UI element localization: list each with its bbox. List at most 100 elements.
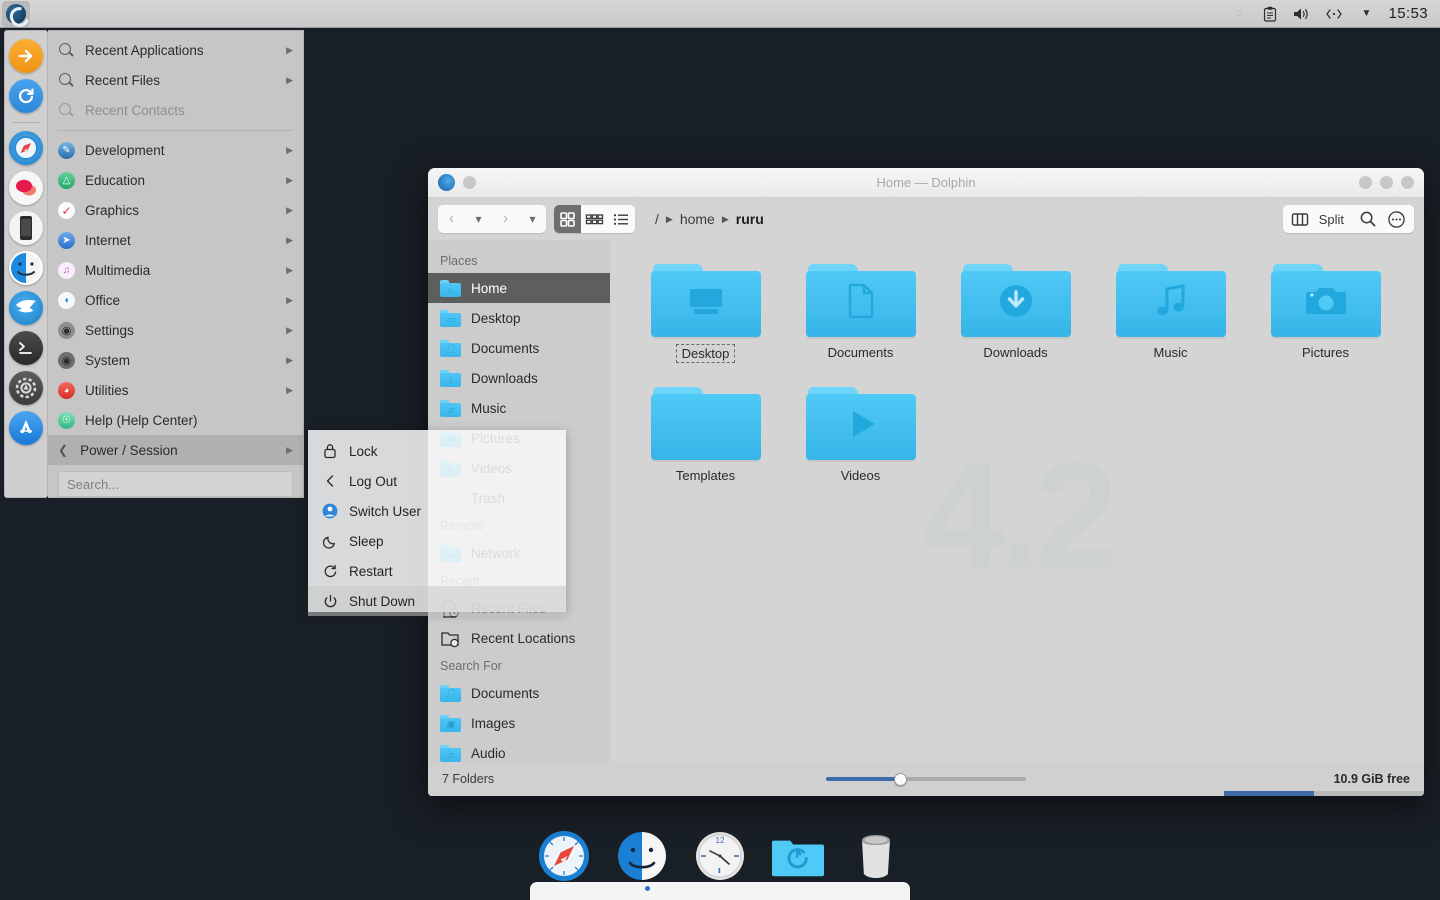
dolphin-titlebar[interactable]: Home — Dolphin <box>428 168 1424 198</box>
app-store-icon[interactable] <box>9 411 43 445</box>
menu-search-input[interactable]: Search... <box>58 471 293 498</box>
file-item-desktop[interactable]: Desktop <box>628 256 783 363</box>
launch-arrow-icon[interactable] <box>9 39 43 73</box>
chevron-left-icon: ❮ <box>58 443 69 458</box>
terminal-icon[interactable] <box>9 331 43 365</box>
breadcrumb-root[interactable]: / <box>655 211 659 227</box>
volume-icon[interactable] <box>1292 4 1312 24</box>
dock-item-backup-folder-icon[interactable] <box>772 830 824 882</box>
file-view[interactable]: 4.2 OPENMANDRIVA Desktop Documents Downl… <box>610 240 1424 762</box>
falkon-bird-glyph <box>16 300 36 313</box>
power-item-lock[interactable]: Lock <box>308 436 566 466</box>
settings-gear-icon[interactable] <box>9 371 43 405</box>
power-item-switch-user[interactable]: Switch User <box>308 496 566 526</box>
folder-home-icon: ⌂ <box>440 279 461 297</box>
power-item-sleep[interactable]: Sleep <box>308 526 566 556</box>
file-item-videos[interactable]: Videos <box>783 379 938 484</box>
phone-icon[interactable] <box>9 211 43 245</box>
view-icons-button[interactable] <box>554 205 581 233</box>
overflow-menu-icon[interactable] <box>1383 205 1410 233</box>
titlebar-extra-button[interactable] <box>463 176 476 189</box>
view-compact-button[interactable] <box>581 205 608 233</box>
folder-music-icon: ♫ <box>440 399 461 417</box>
chevron-right-icon: ▶ <box>286 205 293 216</box>
messages-icon[interactable] <box>9 171 43 205</box>
menu-item-office[interactable]: ◖ Office ▶ <box>48 286 303 316</box>
file-item-templates[interactable]: Templates <box>628 379 783 484</box>
network-icon[interactable] <box>1324 4 1344 24</box>
place-item-search-images[interactable]: ▣ Images <box>428 708 610 738</box>
place-item-search-documents[interactable]: 🗋 Documents <box>428 678 610 708</box>
dock-item-trash-icon[interactable] <box>850 830 902 882</box>
file-item-documents[interactable]: Documents <box>783 256 938 363</box>
place-item-recent-locations[interactable]: Recent Locations <box>428 623 610 653</box>
file-item-pictures[interactable]: Pictures <box>1248 256 1403 363</box>
view-details-button[interactable] <box>608 205 635 233</box>
zoom-slider-handle[interactable] <box>894 772 907 786</box>
place-item-desktop[interactable]: ▭ Desktop <box>428 303 610 333</box>
magnifier-glyph <box>1360 211 1375 227</box>
search-icon[interactable] <box>1354 205 1381 233</box>
safari-browser-icon[interactable] <box>9 131 43 165</box>
menu-item-system[interactable]: ◉ System ▶ <box>48 345 303 375</box>
breadcrumb: / ▶ home ▶ ruru <box>655 211 764 227</box>
place-item-search-audio[interactable]: ♫ Audio <box>428 738 610 762</box>
dock-item-clock-icon[interactable]: 12 <box>694 830 746 882</box>
menu-item-settings[interactable]: ◉ Settings ▶ <box>48 316 303 346</box>
dock-item-safari-browser-icon[interactable] <box>538 830 590 882</box>
back-button[interactable]: ‹ <box>438 205 465 233</box>
file-item-music[interactable]: Music <box>1093 256 1248 363</box>
menu-item-multimedia[interactable]: ♫ Multimedia ▶ <box>48 256 303 286</box>
breadcrumb-item-ruru[interactable]: ruru <box>736 211 764 227</box>
backup-folder-glyph <box>772 840 824 877</box>
menu-item-recent-applications[interactable]: Recent Applications ▶ <box>48 35 303 65</box>
back-history-dropdown[interactable]: ▾ <box>465 205 492 233</box>
folder-pictures-icon <box>1270 264 1381 338</box>
breadcrumb-item-home[interactable]: home <box>680 211 715 227</box>
menu-item-graphics[interactable]: ✓ Graphics ▶ <box>48 196 303 226</box>
power-item-restart[interactable]: Restart <box>308 556 566 586</box>
place-item-documents[interactable]: 🗋 Documents <box>428 333 610 363</box>
zoom-slider[interactable] <box>826 772 1026 786</box>
finder-face-glyph <box>618 832 666 880</box>
menu-item-label: Office <box>85 293 121 309</box>
menu-item-education[interactable]: △ Education ▶ <box>48 166 303 196</box>
compact-grid-icon <box>585 213 604 224</box>
maximize-button[interactable] <box>1380 176 1393 189</box>
zoom-slider-fill <box>826 777 898 781</box>
close-button[interactable] <box>1401 176 1414 189</box>
split-button-label[interactable]: Split <box>1316 212 1352 227</box>
ellipsis-circle-glyph <box>1388 210 1405 228</box>
application-launcher-button[interactable] <box>2 0 30 27</box>
file-grid: Desktop Documents Downloads Music Pictur… <box>610 240 1424 484</box>
forward-history-dropdown[interactable]: ▾ <box>519 205 546 233</box>
file-item-downloads[interactable]: Downloads <box>938 256 1093 363</box>
menu-item-power-session[interactable]: ❮ Power / Session ▶ <box>48 435 303 466</box>
finder-icon[interactable] <box>9 251 43 285</box>
moon-sleep-icon <box>322 533 338 549</box>
power-item-shut-down[interactable]: Shut Down <box>308 586 566 616</box>
menu-item-recent-files[interactable]: Recent Files ▶ <box>48 65 303 95</box>
refresh-icon[interactable] <box>9 79 43 113</box>
place-item-music[interactable]: ♫ Music <box>428 393 610 423</box>
menu-item-utilities[interactable]: ◕ Utilities ▶ <box>48 375 303 405</box>
forward-button[interactable]: › <box>492 205 519 233</box>
dock-item-finder-icon[interactable] <box>616 830 668 882</box>
power-icon <box>322 593 338 609</box>
place-item-home[interactable]: ⌂ Home <box>428 273 610 303</box>
place-item-downloads[interactable]: ↓ Downloads <box>428 363 610 393</box>
clock[interactable]: 15:53 <box>1388 5 1428 22</box>
split-view-icon[interactable] <box>1287 205 1314 233</box>
minimize-button[interactable] <box>1359 176 1372 189</box>
menu-item-help[interactable]: ☉ Help (Help Center) <box>48 405 303 435</box>
menu-item-internet[interactable]: ➤ Internet ▶ <box>48 226 303 256</box>
menu-item-development[interactable]: ✎ Development ▶ <box>48 136 303 166</box>
chevron-down-icon[interactable]: ▼ <box>1356 4 1376 24</box>
places-section-header: Places <box>440 254 478 268</box>
power-item-log-out[interactable]: Log Out <box>308 466 566 496</box>
clipboard-icon[interactable] <box>1260 4 1280 24</box>
bluetooth-disabled-icon[interactable]: ◌ <box>1228 4 1248 24</box>
falkon-icon[interactable] <box>9 291 43 325</box>
search-documents-icon: 🗋 <box>440 684 461 702</box>
app-store-glyph <box>20 420 32 433</box>
